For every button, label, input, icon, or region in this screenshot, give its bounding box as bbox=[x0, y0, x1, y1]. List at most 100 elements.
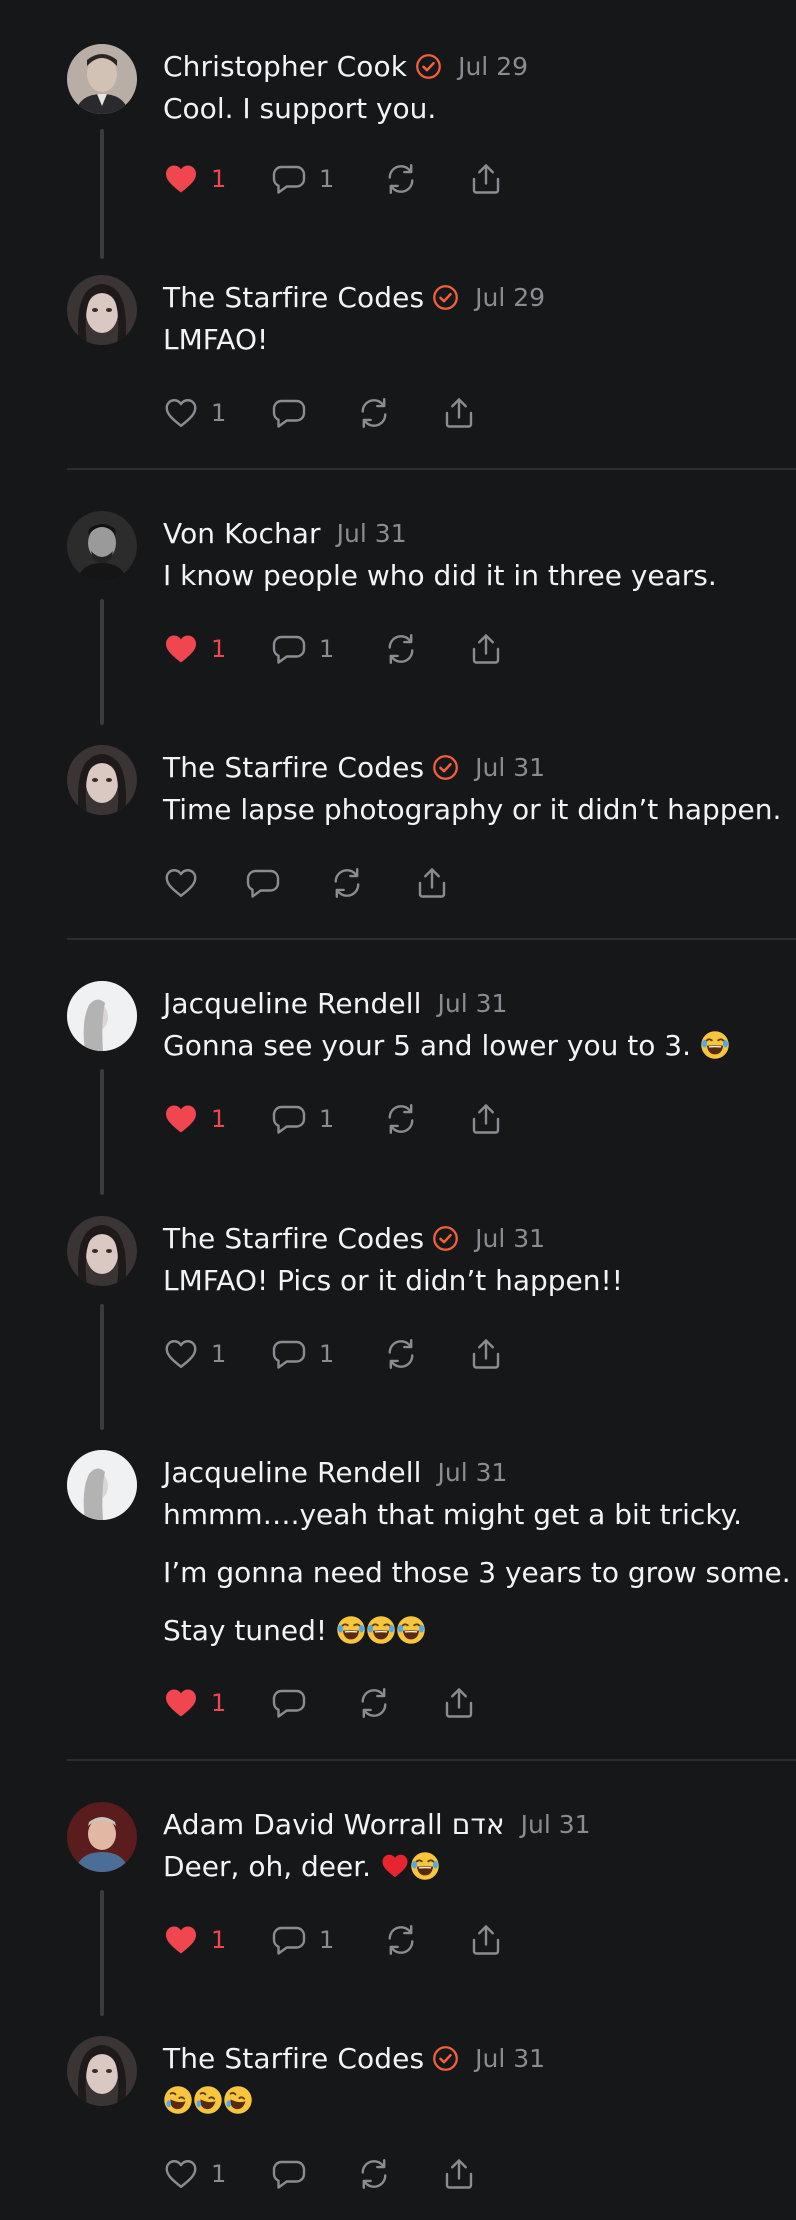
avatar[interactable] bbox=[67, 2036, 137, 2106]
post-text-line: Stay tuned! bbox=[163, 1614, 328, 1647]
post-date[interactable]: Jul 31 bbox=[521, 1810, 591, 1839]
comment-icon bbox=[271, 2156, 307, 2192]
avatar[interactable] bbox=[67, 1450, 137, 1520]
share-button[interactable] bbox=[441, 393, 477, 433]
repost-button[interactable] bbox=[383, 1099, 419, 1139]
reply-button[interactable]: 1 bbox=[271, 629, 334, 669]
author-name[interactable]: Jacqueline Rendell bbox=[163, 1456, 422, 1489]
post-text-line: Time lapse photography or it didn’t happ… bbox=[163, 793, 782, 826]
repost-button[interactable] bbox=[356, 393, 392, 433]
laughing-tears-emoji-icon bbox=[700, 1030, 730, 1060]
thread-divider bbox=[67, 468, 796, 470]
share-button[interactable] bbox=[468, 1920, 504, 1960]
post-date[interactable]: Jul 31 bbox=[438, 989, 508, 1018]
author-name[interactable]: The Starfire Codes bbox=[163, 2042, 424, 2075]
post-text: Stay tuned! bbox=[163, 1611, 426, 1651]
post-header: The Starfire Codes Jul 31 bbox=[163, 1218, 545, 1258]
repost-button[interactable] bbox=[356, 2154, 392, 2194]
comment-icon bbox=[271, 1101, 307, 1137]
post-date[interactable]: Jul 31 bbox=[438, 1458, 508, 1487]
reply-button[interactable] bbox=[271, 1683, 307, 1723]
like-button[interactable]: 1 bbox=[163, 2154, 226, 2194]
like-button[interactable]: 1 bbox=[163, 393, 226, 433]
post-text-line: Cool. I support you. bbox=[163, 92, 437, 125]
like-button[interactable]: 1 bbox=[163, 629, 226, 669]
avatar[interactable] bbox=[67, 981, 137, 1051]
post-text-line: I know people who did it in three years. bbox=[163, 559, 717, 592]
repost-button[interactable] bbox=[383, 159, 419, 199]
verified-badge-icon bbox=[432, 754, 459, 781]
reply-button[interactable]: 1 bbox=[271, 1099, 334, 1139]
repost-button[interactable] bbox=[356, 1683, 392, 1723]
reply-button[interactable] bbox=[271, 2154, 307, 2194]
post-date[interactable]: Jul 31 bbox=[337, 519, 407, 548]
reply-button[interactable] bbox=[271, 393, 307, 433]
like-button[interactable] bbox=[163, 863, 199, 903]
thread-line bbox=[100, 1890, 104, 2016]
thread-divider bbox=[67, 1759, 796, 1761]
action-bar: 1 1 bbox=[163, 1334, 763, 1374]
avatar[interactable] bbox=[67, 511, 137, 581]
post-date[interactable]: Jul 29 bbox=[458, 52, 528, 81]
post-text: hmmm….yeah that might get a bit tricky. bbox=[163, 1495, 742, 1535]
post-header: Von Kochar Jul 31 bbox=[163, 513, 407, 553]
post-text: Time lapse photography or it didn’t happ… bbox=[163, 790, 781, 830]
like-count: 1 bbox=[211, 1105, 227, 1133]
post-text: Cool. I support you. bbox=[163, 89, 436, 129]
share-icon bbox=[441, 2156, 477, 2192]
repost-icon bbox=[383, 631, 419, 667]
author-name[interactable]: Von Kochar bbox=[163, 517, 321, 550]
post-date[interactable]: Jul 31 bbox=[475, 753, 545, 782]
like-button[interactable]: 1 bbox=[163, 1099, 226, 1139]
post-date[interactable]: Jul 31 bbox=[475, 2044, 545, 2073]
author-name[interactable]: Christopher Cook bbox=[163, 50, 407, 83]
share-button[interactable] bbox=[468, 1334, 504, 1374]
post-header: The Starfire Codes Jul 29 bbox=[163, 277, 545, 317]
avatar[interactable] bbox=[67, 745, 137, 815]
like-count: 1 bbox=[211, 1340, 227, 1368]
share-button[interactable] bbox=[441, 1683, 477, 1723]
reply-button[interactable]: 1 bbox=[271, 1334, 334, 1374]
post-date[interactable]: Jul 31 bbox=[475, 1224, 545, 1253]
share-button[interactable] bbox=[468, 629, 504, 669]
author-name[interactable]: The Starfire Codes bbox=[163, 1222, 424, 1255]
share-button[interactable] bbox=[468, 159, 504, 199]
post-header: Adam David Worrall אדם Jul 31 bbox=[163, 1804, 591, 1844]
author-name[interactable]: Adam David Worrall אדם bbox=[163, 1808, 505, 1841]
avatar[interactable] bbox=[67, 1216, 137, 1286]
reply-button[interactable]: 1 bbox=[271, 159, 334, 199]
author-name[interactable]: Jacqueline Rendell bbox=[163, 987, 422, 1020]
heart-filled-icon bbox=[163, 161, 199, 197]
reply-button[interactable] bbox=[245, 863, 281, 903]
red-heart-emoji-icon bbox=[380, 1851, 410, 1881]
avatar[interactable] bbox=[67, 275, 137, 345]
like-button[interactable]: 1 bbox=[163, 1334, 226, 1374]
comment-icon bbox=[271, 1336, 307, 1372]
repost-button[interactable] bbox=[383, 629, 419, 669]
laughing-tears-emoji-icon bbox=[366, 1615, 396, 1645]
avatar[interactable] bbox=[67, 1802, 137, 1872]
like-button[interactable]: 1 bbox=[163, 1920, 226, 1960]
repost-button[interactable] bbox=[329, 863, 365, 903]
post-text: I’m gonna need those 3 years to grow som… bbox=[163, 1553, 791, 1593]
repost-button[interactable] bbox=[383, 1334, 419, 1374]
comment-icon bbox=[271, 1922, 307, 1958]
post-text-line: Gonna see your 5 and lower you to 3. bbox=[163, 1029, 691, 1062]
comment-icon bbox=[245, 865, 281, 901]
share-icon bbox=[441, 1685, 477, 1721]
post-date[interactable]: Jul 29 bbox=[475, 283, 545, 312]
reply-button[interactable]: 1 bbox=[271, 1920, 334, 1960]
repost-button[interactable] bbox=[383, 1920, 419, 1960]
rofl-emoji-icon bbox=[163, 2085, 193, 2115]
repost-icon bbox=[356, 395, 392, 431]
heart-icon bbox=[163, 395, 199, 431]
author-name[interactable]: The Starfire Codes bbox=[163, 281, 424, 314]
share-button[interactable] bbox=[468, 1099, 504, 1139]
like-button[interactable]: 1 bbox=[163, 159, 226, 199]
share-button[interactable] bbox=[441, 2154, 477, 2194]
avatar[interactable] bbox=[67, 44, 137, 114]
author-name[interactable]: The Starfire Codes bbox=[163, 751, 424, 784]
share-button[interactable] bbox=[414, 863, 450, 903]
like-button[interactable]: 1 bbox=[163, 1683, 226, 1723]
reply-count: 1 bbox=[319, 1340, 335, 1368]
